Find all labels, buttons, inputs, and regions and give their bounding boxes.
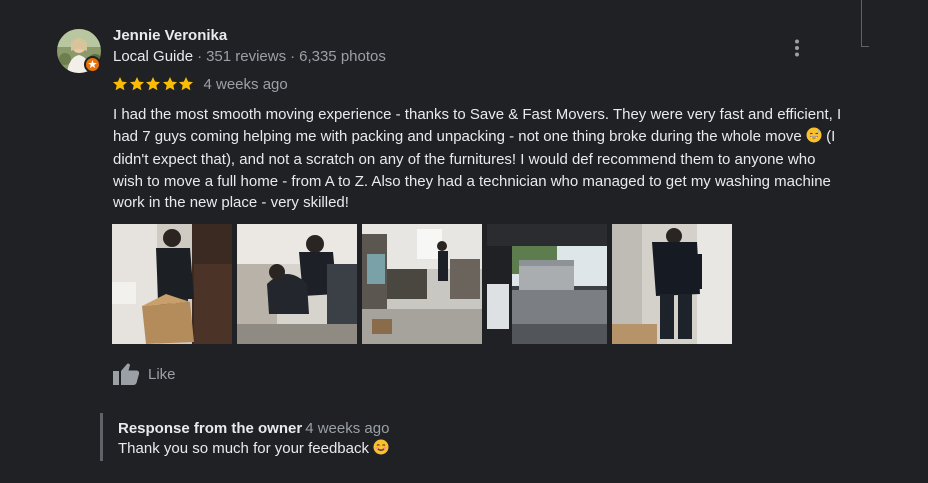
thumbs-up-icon xyxy=(113,363,140,385)
like-button[interactable]: Like xyxy=(112,362,176,386)
review-photo[interactable] xyxy=(112,224,232,344)
owner-response-date: 4 weeks ago xyxy=(305,420,390,437)
review-card: Jennie Veronika Local Guide · 351 reviews ·… xyxy=(0,0,928,483)
avatar[interactable] xyxy=(57,29,101,73)
like-label: Like xyxy=(148,365,176,383)
star-icon xyxy=(162,77,177,91)
local-guide-label: Local Guide xyxy=(113,48,194,65)
photo-count: 6,335 photos xyxy=(299,48,386,65)
owner-response: Response from the owner 4 weeks ago Thank… xyxy=(100,413,389,461)
review-photos xyxy=(112,224,732,344)
review-count: 351 reviews xyxy=(206,48,287,65)
more-vert-icon xyxy=(795,39,799,57)
star-icon xyxy=(129,77,144,91)
star-rating xyxy=(112,76,195,92)
owner-response-title: Response from the owner xyxy=(118,420,303,437)
reviewer-meta: Local Guide · 351 reviews · 6,335 photos xyxy=(113,48,386,65)
review-text-part1: I had the most smooth moving experience … xyxy=(113,106,842,145)
review-photo[interactable] xyxy=(237,224,357,344)
star-icon xyxy=(179,77,193,91)
star-icon xyxy=(146,77,160,91)
smiling-emoji-icon xyxy=(373,439,389,461)
rating-row: 4 weeks ago xyxy=(112,75,288,93)
local-guide-badge-icon xyxy=(84,56,101,73)
scrollbar-end xyxy=(861,46,869,47)
owner-response-header: Response from the owner 4 weeks ago xyxy=(118,419,389,439)
review-text: I had the most smooth moving experience … xyxy=(113,104,843,214)
review-photo[interactable] xyxy=(487,224,607,344)
grinning-sweat-emoji-icon xyxy=(806,127,822,150)
owner-response-text: Thank you so much for your feedback xyxy=(118,439,389,461)
review-date: 4 weeks ago xyxy=(203,75,288,93)
meta-separator: · xyxy=(290,48,296,65)
owner-response-message: Thank you so much for your feedback xyxy=(118,440,369,457)
scrollbar[interactable] xyxy=(861,0,862,46)
reviewer-name[interactable]: Jennie Veronika xyxy=(113,27,227,44)
more-options-button[interactable] xyxy=(786,36,808,60)
review-photo[interactable] xyxy=(612,224,732,344)
star-icon xyxy=(113,77,127,91)
review-photo[interactable] xyxy=(362,224,482,344)
meta-separator: · xyxy=(197,48,203,65)
